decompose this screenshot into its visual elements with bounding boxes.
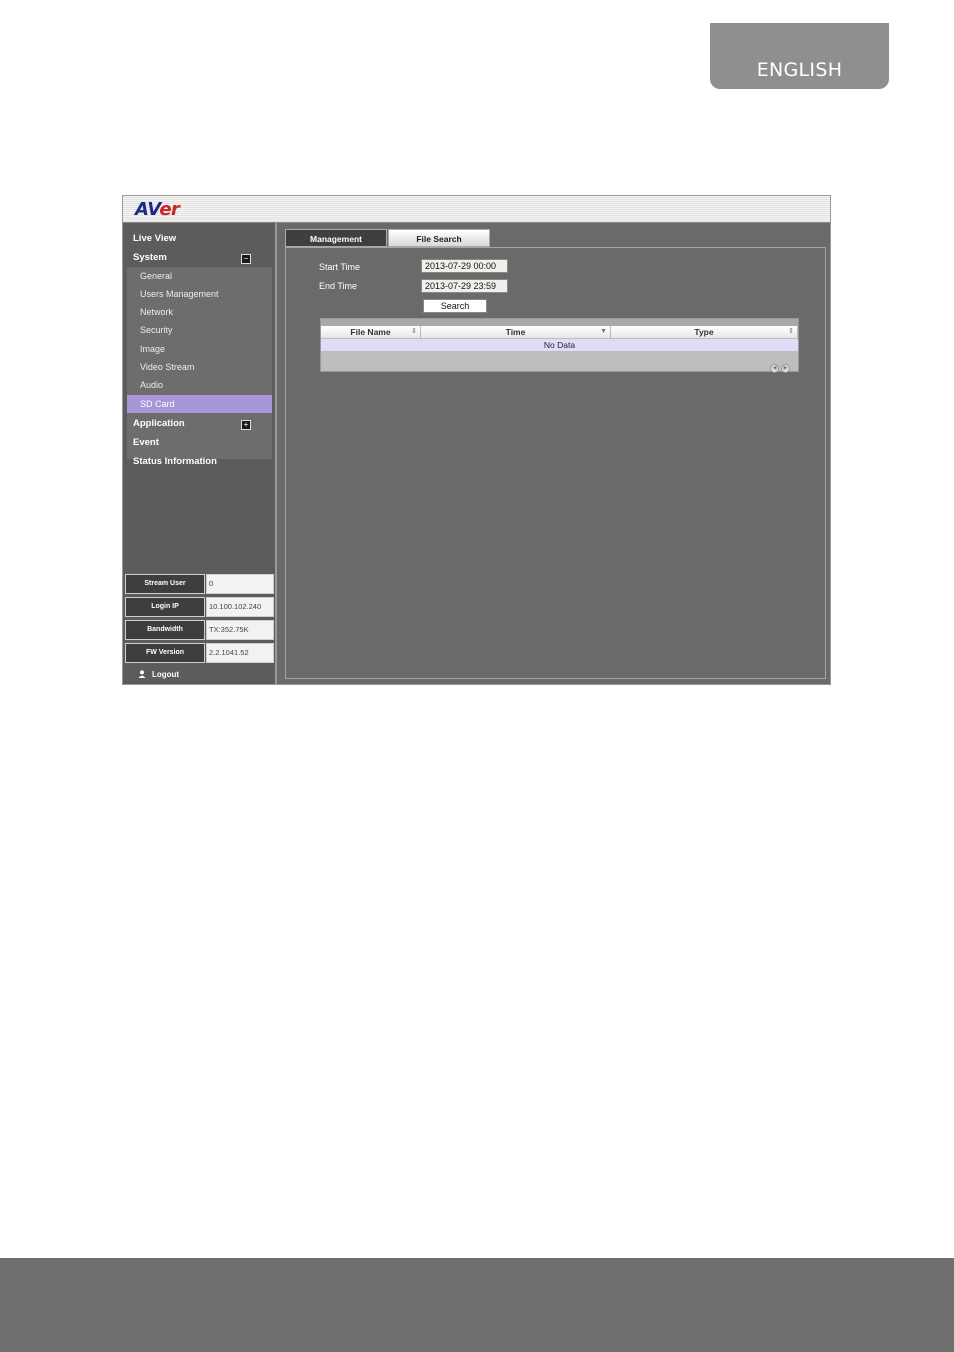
info-value: 0 xyxy=(206,574,274,594)
search-button[interactable]: Search xyxy=(423,299,487,313)
sidebar-item-users-management[interactable]: Users Management xyxy=(127,285,272,303)
main-content: Management File Search Start Time 2013-0… xyxy=(278,223,830,684)
column-header-type[interactable]: Type ⇕ xyxy=(611,326,798,338)
nav-status-information[interactable]: Status Information xyxy=(133,456,217,467)
aver-logo: AVer xyxy=(135,199,180,220)
info-value: TX:352.75K xyxy=(206,620,274,640)
nav-event[interactable]: Event xyxy=(133,437,159,448)
info-label: Login IP xyxy=(125,597,205,617)
tab-management[interactable]: Management xyxy=(285,229,387,247)
end-time-field[interactable]: 2013-07-29 23:59 xyxy=(421,279,508,293)
sidebar-item-audio[interactable]: Audio xyxy=(127,376,272,394)
sort-desc-icon: ▼ xyxy=(600,328,607,335)
nav-live-view[interactable]: Live View xyxy=(133,233,176,244)
sidebar-item-video-stream[interactable]: Video Stream xyxy=(127,358,272,376)
language-tab: ENGLISH xyxy=(710,23,889,89)
results-grid: File Name ⇕ Time ▼ Type ⇕ No Data ◀ ▶ xyxy=(320,318,799,374)
app-header: AVer xyxy=(123,196,830,223)
collapse-icon[interactable]: − xyxy=(241,254,251,264)
expand-icon[interactable]: + xyxy=(241,420,251,430)
info-fw-version: FW Version 2.2.1041.52 xyxy=(125,643,274,663)
empty-row: No Data xyxy=(321,339,798,351)
info-bandwidth: Bandwidth TX:352.75K xyxy=(125,620,274,640)
prev-page-icon[interactable]: ◀ xyxy=(770,364,779,373)
tab-file-search[interactable]: File Search xyxy=(388,229,490,247)
sort-icon: ⇕ xyxy=(411,328,417,335)
pager: ◀ ▶ xyxy=(768,356,790,374)
sidebar-item-network[interactable]: Network xyxy=(127,303,272,321)
nav-application[interactable]: Application xyxy=(133,418,185,429)
logout-label: Logout xyxy=(152,670,180,679)
sidebar-item-image[interactable]: Image xyxy=(127,340,272,358)
sidebar-item-sd-card[interactable]: SD Card xyxy=(127,395,272,413)
app-window: AVer Live View System − General Users Ma… xyxy=(122,195,831,685)
grid-title-bar xyxy=(321,319,798,326)
sort-icon: ⇕ xyxy=(788,328,794,335)
info-login-ip: Login IP 10.100.102.240 xyxy=(125,597,274,617)
info-label: FW Version xyxy=(125,643,205,663)
info-label: Stream User xyxy=(125,574,205,594)
user-icon xyxy=(138,670,146,678)
info-value: 2.2.1041.52 xyxy=(206,643,274,663)
sidebar: Live View System − General Users Managem… xyxy=(123,223,277,684)
sidebar-item-security[interactable]: Security xyxy=(127,321,272,339)
info-value: 10.100.102.240 xyxy=(206,597,274,617)
end-time-label: End Time xyxy=(319,281,358,291)
column-header-file-name[interactable]: File Name ⇕ xyxy=(321,326,421,338)
start-time-field[interactable]: 2013-07-29 00:00 xyxy=(421,259,508,273)
logout-button[interactable]: Logout xyxy=(138,670,179,679)
column-header-time[interactable]: Time ▼ xyxy=(421,326,611,338)
nav-system[interactable]: System xyxy=(133,252,167,263)
file-search-panel: Start Time 2013-07-29 00:00 End Time 201… xyxy=(285,247,826,679)
info-label: Bandwidth xyxy=(125,620,205,640)
footer-bar xyxy=(0,1258,954,1352)
info-stream-user: Stream User 0 xyxy=(125,574,274,594)
sidebar-item-general[interactable]: General xyxy=(127,267,272,285)
next-page-icon[interactable]: ▶ xyxy=(781,364,790,373)
start-time-label: Start Time xyxy=(319,262,361,272)
